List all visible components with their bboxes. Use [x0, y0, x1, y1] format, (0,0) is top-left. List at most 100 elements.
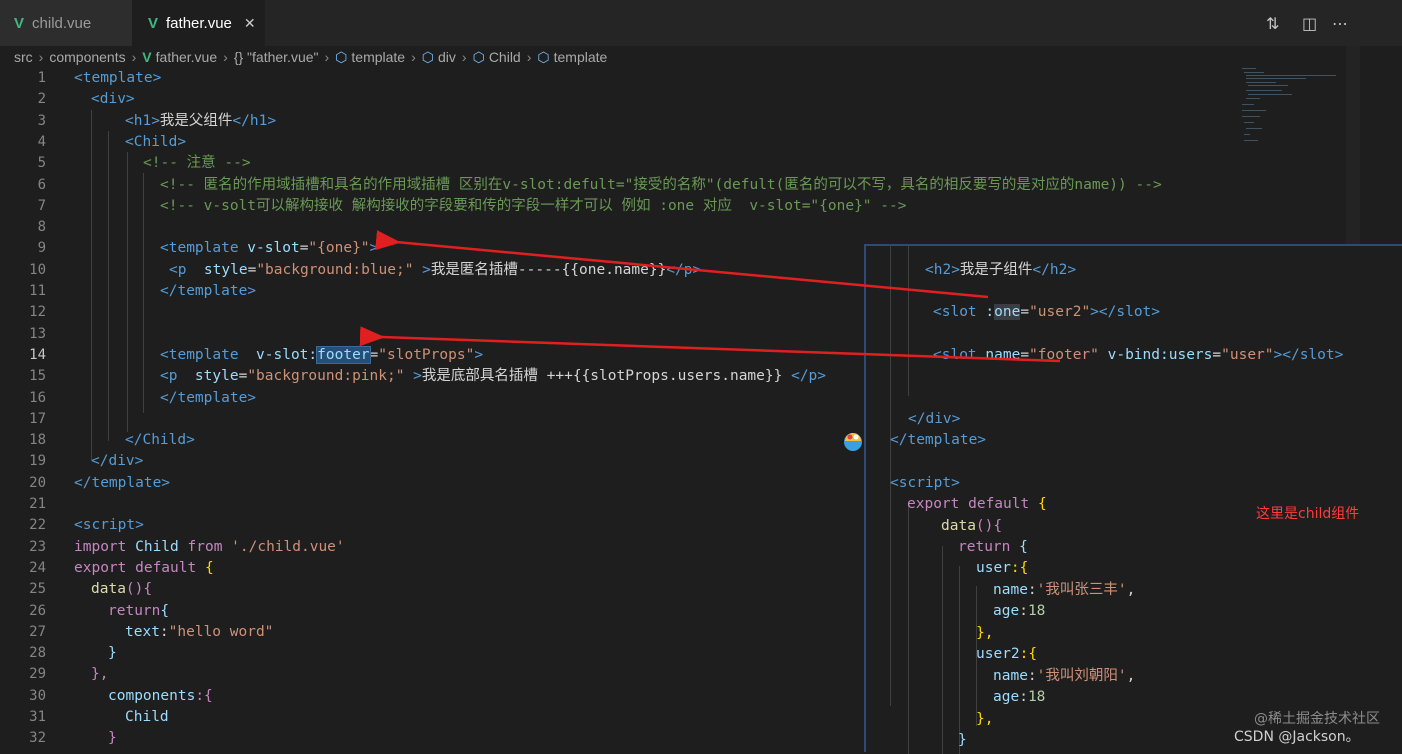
- vue-icon: V: [142, 49, 152, 65]
- code-token: ></slot>: [1090, 304, 1161, 320]
- child-code-line: name:'我叫刘朝阳',: [993, 666, 1135, 687]
- code-line-19: </div>: [91, 451, 143, 472]
- code-token: >: [474, 346, 484, 363]
- code-line-4: <Child>: [125, 132, 186, 153]
- breadcrumb-src[interactable]: src: [14, 49, 33, 65]
- code-line-20: </template>: [74, 473, 170, 494]
- tab-bar: V child.vue V father.vue ✕ ⇅ ◫ ⋯: [0, 0, 1402, 46]
- cube-icon: ⬡: [472, 48, 485, 65]
- child-code-line: user2:{: [976, 644, 1037, 665]
- code-token: <h1>: [125, 112, 160, 129]
- line-number: 31: [29, 709, 46, 725]
- indent-guide: [942, 546, 943, 754]
- indent-guide: [108, 131, 109, 441]
- code-line-31: Child: [125, 707, 169, 728]
- code-token: :: [1019, 603, 1028, 619]
- line-number: 4: [37, 133, 46, 150]
- child-code-line: },: [976, 623, 993, 644]
- breadcrumb-template[interactable]: template: [351, 49, 405, 65]
- child-code-line: age:18: [993, 601, 1045, 622]
- code-token: 18: [1027, 689, 1046, 705]
- selected-token: footer: [316, 345, 371, 364]
- line-number: 6: [37, 176, 46, 193]
- code-token: name: [993, 582, 1028, 598]
- code-token: },: [91, 666, 109, 683]
- tab-label: father.vue: [166, 14, 232, 32]
- child-code-line: user:{: [976, 558, 1028, 579]
- code-token: <p: [160, 368, 178, 385]
- code-token: name: [976, 347, 1021, 363]
- code-token: age: [993, 689, 1020, 705]
- code-token: }: [108, 645, 117, 662]
- minimap[interactable]: [1236, 66, 1346, 156]
- code-token: <slot: [933, 304, 977, 320]
- code-line-2: <div>: [91, 89, 135, 110]
- code-line-27: text:"hello word": [125, 622, 273, 643]
- code-comment: <!-- 匿名的作用域插槽和具名的作用域插槽 区别在v-slot:defult=…: [160, 176, 1162, 193]
- code-token: (){: [975, 518, 1003, 534]
- breadcrumb-child[interactable]: Child: [489, 49, 521, 65]
- tab-label: child.vue: [32, 14, 92, 32]
- code-token: {: [160, 602, 170, 619]
- child-code-line: </div>: [908, 409, 960, 430]
- line-number: 9: [37, 240, 46, 257]
- cube-icon: ⬡: [421, 48, 434, 65]
- tab-father-vue[interactable]: V father.vue ✕: [132, 0, 265, 46]
- code-token: style: [186, 261, 248, 278]
- code-token: "{one}": [308, 240, 370, 257]
- code-token: './child.vue': [222, 538, 345, 555]
- child-code-line: <slot :one="user2"></slot>: [933, 302, 1160, 323]
- breadcrumb-template-2[interactable]: template: [554, 49, 608, 65]
- child-code-line: export default {: [907, 494, 1047, 515]
- code-token: "slotProps": [378, 346, 475, 363]
- child-code-line: data(){: [941, 516, 1002, 537]
- code-line-32: }: [108, 728, 117, 749]
- split-editor-icon[interactable]: ◫: [1302, 14, 1317, 33]
- line-number: 3: [37, 112, 46, 129]
- code-comment: <!-- 注意 -->: [143, 155, 251, 172]
- code-token: </template>: [160, 389, 257, 406]
- code-token: style: [177, 368, 239, 385]
- breadcrumb-components[interactable]: components: [49, 49, 125, 65]
- child-code-line: </template>: [890, 430, 986, 451]
- line-number: 7: [37, 197, 46, 214]
- code-token: Child: [125, 709, 169, 725]
- more-actions-icon[interactable]: ⋯: [1332, 14, 1348, 33]
- line-number: 32: [29, 730, 46, 747]
- line-number: 21: [29, 496, 46, 512]
- breadcrumb-file[interactable]: father.vue: [156, 49, 218, 65]
- line-number: 13: [29, 325, 46, 342]
- code-token: components: [108, 687, 196, 704]
- code-token: "user": [1221, 347, 1274, 363]
- cube-icon: ⬡: [335, 48, 348, 65]
- indent-guide: [959, 566, 960, 754]
- line-number: 24: [29, 559, 46, 576]
- code-token: :: [1027, 668, 1037, 684]
- source-control-icon[interactable]: ⇅: [1266, 14, 1279, 33]
- line-number: 27: [29, 623, 46, 640]
- code-token: =: [247, 261, 257, 278]
- code-token: '我叫张三丰': [1036, 582, 1127, 598]
- code-line-16: </template>: [160, 388, 256, 409]
- close-icon[interactable]: ✕: [244, 15, 256, 32]
- code-line-29: },: [91, 664, 108, 685]
- code-token: },: [976, 625, 994, 641]
- code-token: name: [993, 668, 1028, 684]
- tab-child-vue[interactable]: V child.vue: [0, 0, 132, 46]
- code-token: data: [941, 518, 976, 534]
- code-token: {: [196, 559, 214, 576]
- code-token: </div>: [908, 411, 961, 427]
- code-token: 我是底部具名插槽 +++{{slotProps.users.name}}: [421, 368, 792, 385]
- breadcrumb-sfc[interactable]: {} "father.vue": [234, 49, 319, 65]
- code-token: user: [976, 560, 1011, 576]
- code-token: :: [1019, 689, 1028, 705]
- code-token: ,: [1126, 582, 1136, 598]
- emoji-bowl-icon: [844, 433, 862, 451]
- code-token: </template>: [890, 432, 987, 448]
- breadcrumb-div[interactable]: div: [438, 49, 456, 65]
- line-number: 16: [29, 389, 46, 406]
- line-number: 20: [29, 474, 46, 491]
- code-token: </p>: [666, 261, 702, 278]
- code-line-1: <template>: [74, 68, 161, 89]
- csdn-watermark: CSDN @Jackson。: [1234, 729, 1360, 745]
